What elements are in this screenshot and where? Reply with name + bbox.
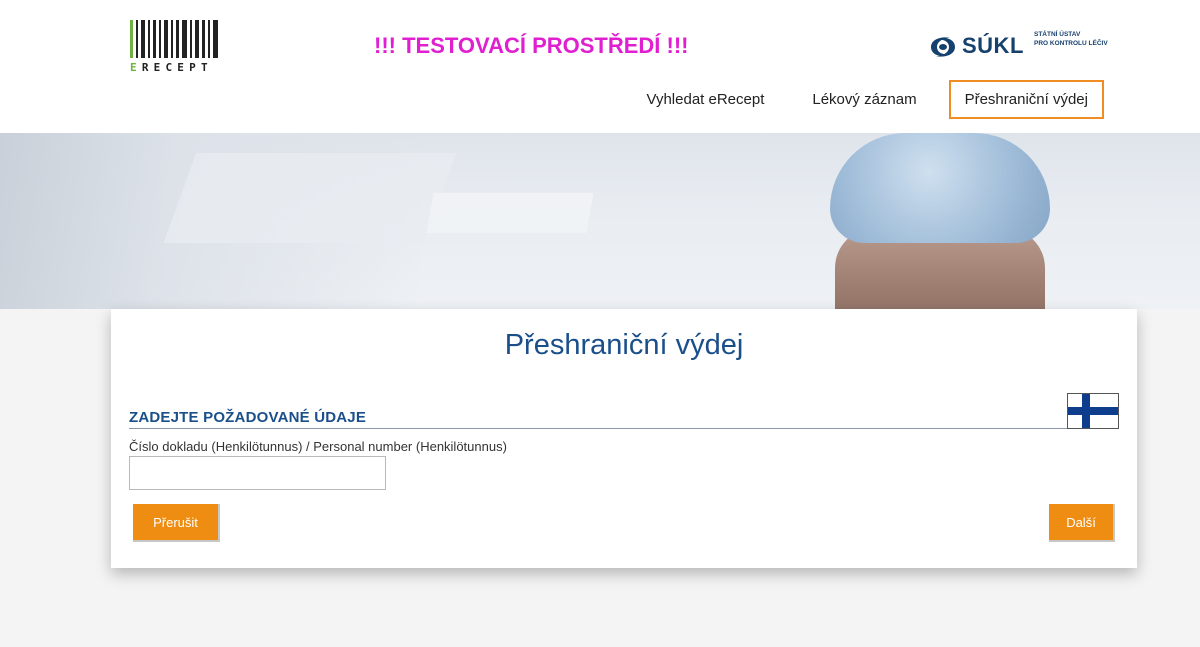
barcode-icon — [130, 20, 222, 58]
nav-item-lekovy-zaznam[interactable]: Lékový záznam — [796, 80, 932, 119]
personal-number-input[interactable] — [129, 456, 386, 490]
main-nav: Vyhledat eRecept Lékový záznam Přeshrani… — [615, 80, 1104, 119]
form-card: Přeshraniční výdej ZADEJTE POŽADOVANÉ ÚD… — [111, 309, 1137, 568]
sukl-name: SÚKL — [962, 33, 1024, 58]
erecept-logo[interactable]: ERECEPT — [130, 20, 222, 75]
next-button[interactable]: Další — [1049, 504, 1115, 542]
hero-image — [0, 133, 1200, 309]
cancel-button[interactable]: Přerušit — [133, 504, 220, 542]
nav-item-preshranicni-vydej[interactable]: Přeshraniční výdej — [948, 80, 1104, 119]
section-divider — [129, 428, 1119, 429]
test-environment-banner: !!! TESTOVACÍ PROSTŘEDÍ !!! — [374, 33, 689, 58]
sukl-logo[interactable]: SÚKL Státní ústav pro kontrolu léčiv — [928, 30, 1118, 66]
sukl-swirl-icon — [931, 37, 955, 57]
header: ERECEPT !!! TESTOVACÍ PROSTŘEDÍ !!! SÚKL… — [0, 0, 1200, 133]
sukl-subtitle: Státní ústav pro kontrolu léčiv — [1034, 31, 1108, 47]
finland-flag-icon — [1067, 393, 1119, 429]
page: ERECEPT !!! TESTOVACÍ PROSTŘEDÍ !!! SÚKL… — [0, 0, 1200, 647]
nav-item-vyhledat-erecept[interactable]: Vyhledat eRecept — [631, 80, 781, 119]
page-title: Přeshraniční výdej — [504, 329, 744, 361]
logo-text: ERECEPT — [130, 61, 213, 74]
personal-number-label: Číslo dokladu (Henkilötunnus) / Personal… — [129, 439, 507, 454]
section-heading: ZADEJTE POŽADOVANÉ ÚDAJE — [129, 409, 367, 426]
